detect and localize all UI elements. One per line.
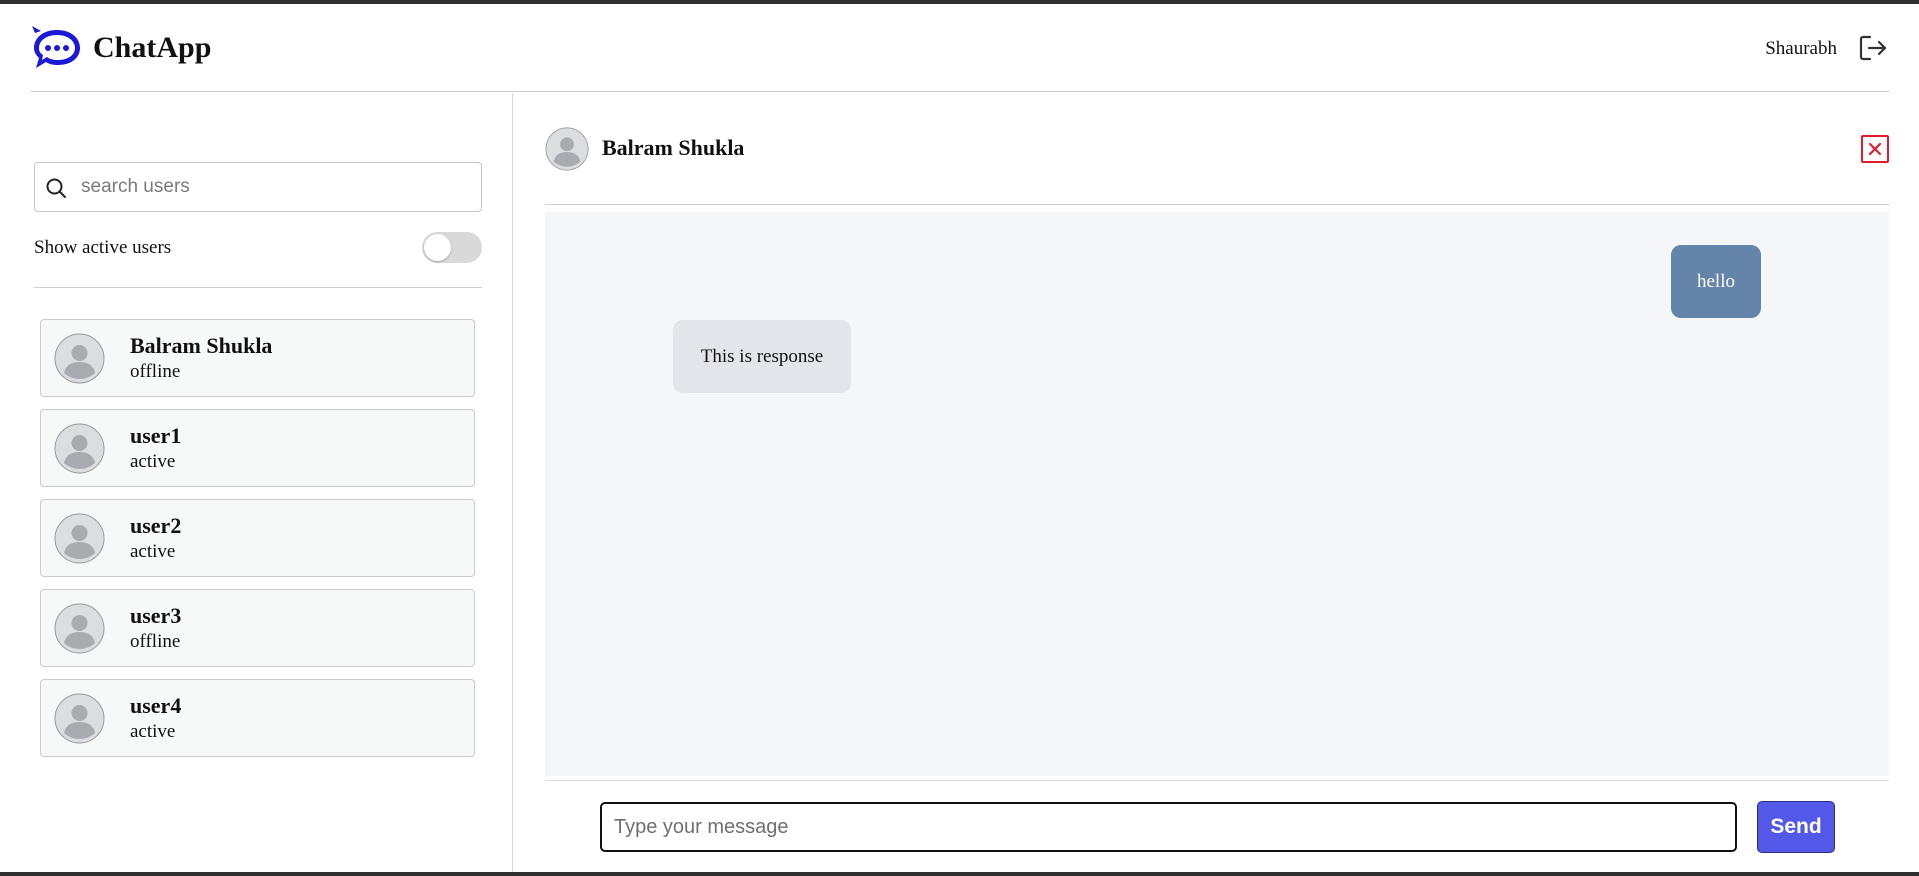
close-chat-button[interactable]	[1861, 135, 1889, 163]
chat-bubble-icon	[31, 24, 83, 72]
user-name: user4	[130, 693, 182, 718]
window-bottom-border	[0, 872, 1919, 876]
user-status: active	[130, 721, 176, 742]
user-list-item[interactable]: user1 active	[40, 409, 475, 487]
chat-contact-name: Balram Shukla	[602, 135, 745, 160]
user-status: offline	[130, 631, 181, 652]
sidebar: Show active users Balram Shukla offline …	[0, 93, 513, 872]
app-header: ChatApp Shaurabh	[31, 4, 1889, 92]
user-name: Balram Shukla	[130, 333, 273, 358]
active-users-filter: Show active users	[34, 230, 482, 266]
user-name: user3	[130, 603, 182, 628]
app-title: ChatApp	[93, 31, 212, 64]
user-name: user1	[130, 423, 182, 448]
composer-divider	[545, 780, 1889, 781]
sidebar-divider	[34, 287, 482, 288]
current-user-name: Shaurabh	[1765, 38, 1837, 59]
avatar-icon	[54, 423, 105, 474]
search-box	[34, 162, 482, 212]
avatar-icon	[54, 333, 105, 384]
search-input[interactable]	[81, 173, 471, 201]
chat-header: Balram Shukla	[545, 93, 1889, 205]
avatar-icon	[54, 513, 105, 564]
avatar-icon	[545, 127, 589, 171]
chat-panel: Balram Shukla hello This is response Sen…	[545, 93, 1889, 872]
incoming-message: This is response	[673, 320, 851, 393]
message-input[interactable]	[600, 802, 1737, 852]
send-button[interactable]: Send	[1757, 801, 1835, 853]
user-status: active	[130, 451, 176, 472]
user-list-item[interactable]: user4 active	[40, 679, 475, 757]
user-status: active	[130, 541, 176, 562]
user-name: user2	[130, 513, 182, 538]
active-users-label: Show active users	[34, 237, 172, 258]
search-icon	[45, 177, 67, 199]
user-list: Balram Shukla offline user1 active user2…	[40, 319, 475, 769]
outgoing-message: hello	[1671, 245, 1761, 318]
avatar-icon	[54, 603, 105, 654]
active-users-toggle[interactable]	[422, 232, 482, 263]
user-list-item[interactable]: user3 offline	[40, 589, 475, 667]
toggle-knob	[424, 234, 451, 261]
close-icon	[1868, 142, 1882, 156]
user-list-item[interactable]: user2 active	[40, 499, 475, 577]
avatar-icon	[54, 693, 105, 744]
user-list-item[interactable]: Balram Shukla offline	[40, 319, 475, 397]
user-status: offline	[130, 361, 181, 382]
logout-icon[interactable]	[1857, 32, 1889, 64]
message-list: hello This is response	[545, 212, 1889, 776]
